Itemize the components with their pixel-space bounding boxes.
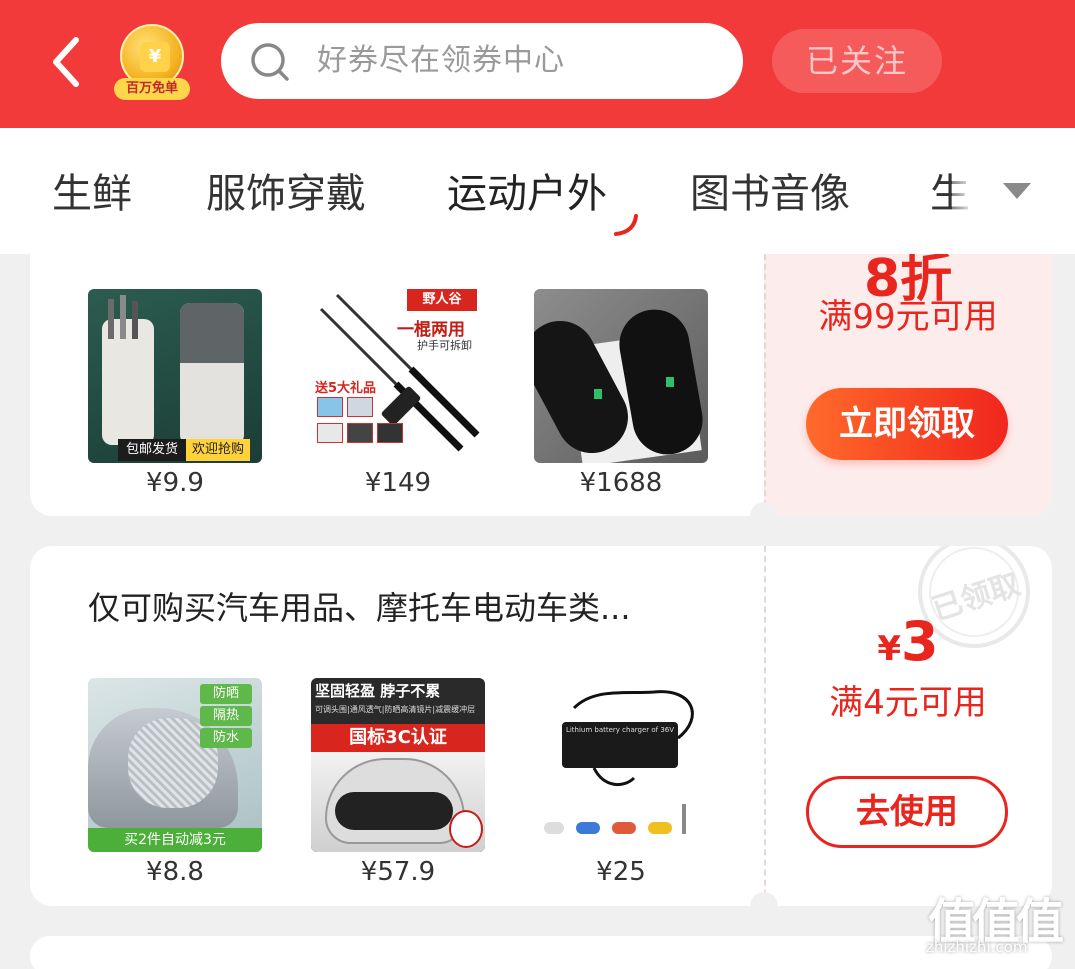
product-image-helmet[interactable]: 坚固轻盈 脖子不累 可调头围|通风透气|防晒高清镜片|减震缓冲层 国标3C认证: [311, 678, 485, 852]
product-badge-free-shipping: 包邮发货: [118, 439, 186, 461]
coupon-condition: 满4元可用: [829, 683, 987, 723]
product-image-charger[interactable]: Lithium battery charger of 36V: [534, 678, 708, 852]
product-headline: 坚固轻盈 脖子不累: [315, 682, 441, 700]
product-image-seat-cover[interactable]: 防晒 隔热 防水 买2件自动减3元: [88, 678, 262, 852]
product-tag: 隔热: [200, 706, 252, 726]
coupon-divider: [764, 254, 766, 516]
chevron-down-icon[interactable]: [1000, 180, 1034, 202]
currency-symbol: ¥: [877, 629, 902, 669]
product-item[interactable]: ¥1688: [534, 289, 708, 498]
product-promo: 买2件自动减3元: [88, 828, 262, 852]
product-price: ¥8.8: [146, 857, 204, 887]
coupon-notch: [750, 502, 778, 530]
follow-button[interactable]: 已关注: [772, 29, 942, 93]
product-image-toothbrush-cup[interactable]: 包邮发货 欢迎抢购: [88, 289, 262, 463]
site-watermark: 值值值 zhizhizhi.com: [918, 880, 1068, 966]
product-item[interactable]: 防晒 隔热 防水 买2件自动减3元 ¥8.8: [88, 678, 262, 887]
product-price: ¥57.9: [360, 857, 436, 887]
coupon-card: [30, 936, 1052, 969]
coupon-card: 仅可购买汽车用品、摩托车电动车类... 防晒 隔热 防水 买2件自动减3元 ¥8…: [30, 546, 1052, 906]
product-image-sneakers[interactable]: [534, 289, 708, 463]
product-price: ¥149: [364, 468, 432, 498]
watermark-url: zhizhizhi.com: [926, 938, 1028, 956]
product-sub: 可调头围|通风透气|防晒高清镜片|减震缓冲层: [315, 705, 476, 714]
coupon-stub: 已领取 ¥3 满4元可用 去使用: [764, 546, 1052, 906]
product-item[interactable]: Lithium battery charger of 36V ¥25: [534, 678, 708, 887]
product-badge-welcome: 欢迎抢购: [186, 439, 250, 461]
product-tag: 防晒: [200, 684, 252, 704]
logo-ribbon: 百万免单: [114, 78, 190, 100]
product-price: ¥9.9: [146, 468, 204, 498]
search-input[interactable]: 好券尽在领券中心: [221, 23, 743, 99]
product-image-baton[interactable]: 野人谷 一棍两用 护手可拆卸 送5大礼品: [311, 289, 485, 463]
claim-now-button[interactable]: 立即领取: [806, 388, 1008, 460]
product-item[interactable]: 坚固轻盈 脖子不累 可调头围|通风透气|防晒高清镜片|减震缓冲层 国标3C认证 …: [311, 678, 485, 887]
coupon-amount: ¥3: [764, 612, 1052, 685]
back-arrow-icon: [53, 37, 79, 87]
back-button[interactable]: [44, 30, 92, 94]
active-tab-indicator: [614, 214, 638, 236]
coupon-condition: 满99元可用: [818, 297, 998, 337]
coupon-divider: [764, 546, 766, 906]
search-placeholder: 好券尽在领券中心: [317, 43, 565, 78]
coupon-card: 包邮发货 欢迎抢购 ¥9.9 野人谷 一棍两用 护手可拆卸 送5大礼品 ¥149: [30, 254, 1052, 516]
product-item[interactable]: 包邮发货 欢迎抢购 ¥9.9: [88, 289, 262, 498]
million-free-logo[interactable]: ¥ 百万免单: [114, 24, 190, 102]
tab-sports-outdoor[interactable]: 运动户外: [447, 170, 607, 218]
tab-fresh[interactable]: 生鲜: [52, 170, 132, 218]
use-now-button[interactable]: 去使用: [806, 776, 1008, 848]
category-tabs: 生鲜 服饰穿戴 运动户外 图书音像 生: [0, 128, 1075, 254]
top-bar: ¥ 百万免单 好券尽在领券中心 已关注: [0, 0, 1075, 128]
product-tag: 防水: [200, 728, 252, 748]
product-gift: 送5大礼品: [315, 381, 377, 396]
product-badge-3c: 国标3C认证: [311, 724, 485, 752]
coupon-stub: 8折 满99元可用 立即领取: [764, 254, 1052, 516]
search-icon: [251, 43, 289, 81]
product-item[interactable]: 野人谷 一棍两用 护手可拆卸 送5大礼品 ¥149: [311, 289, 485, 498]
product-price: ¥25: [596, 857, 646, 887]
tab-books-media[interactable]: 图书音像: [690, 170, 850, 218]
coupon-title: 仅可购买汽车用品、摩托车电动车类...: [88, 589, 631, 627]
product-price: ¥1688: [579, 468, 663, 498]
coupon-notch: [750, 892, 778, 920]
amount-value: 3: [901, 610, 939, 673]
tab-apparel[interactable]: 服饰穿戴: [206, 170, 366, 218]
